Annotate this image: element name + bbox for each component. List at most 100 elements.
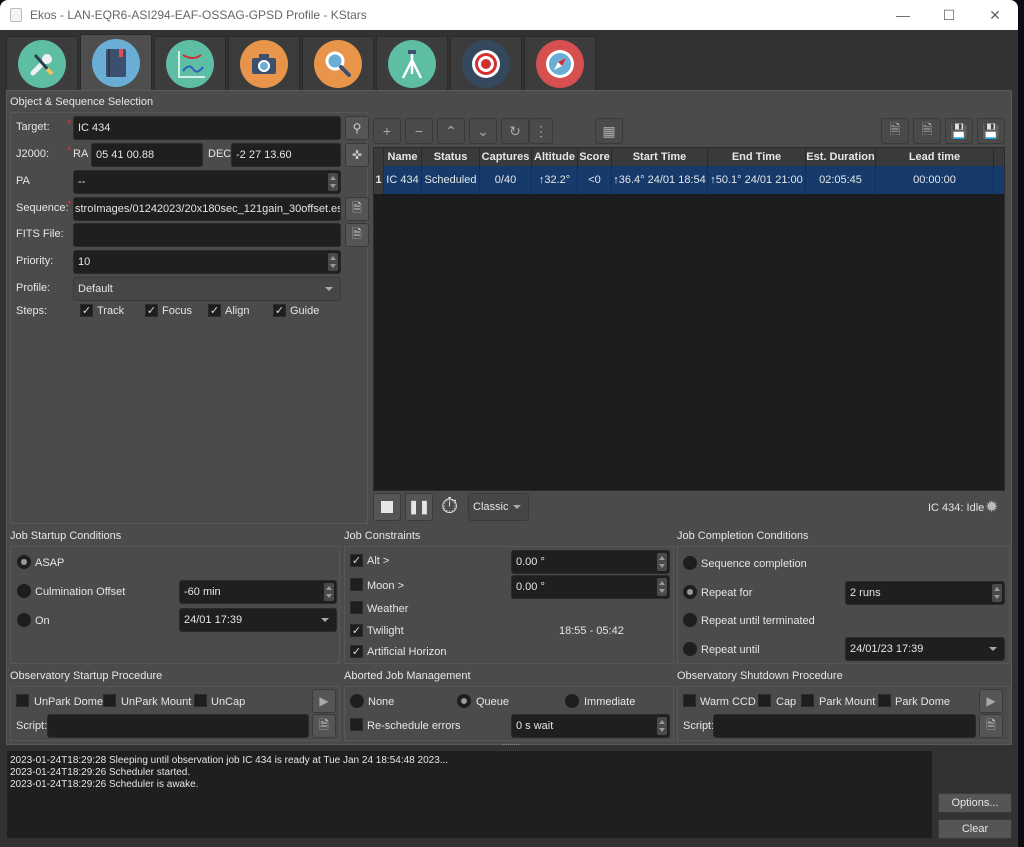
startup-script-button[interactable]: 🗎 <box>312 714 336 738</box>
column-header[interactable]: Altitude <box>532 148 578 166</box>
spin-arrows-icon[interactable] <box>328 253 338 271</box>
tab-scheduler[interactable] <box>80 34 152 90</box>
splitter-handle[interactable] <box>503 744 519 747</box>
column-header[interactable]: Status <box>422 148 480 166</box>
tab-analyze[interactable] <box>154 36 226 90</box>
park-mount-checkbox[interactable] <box>801 694 814 707</box>
spin-arrows-icon[interactable] <box>324 583 334 601</box>
abort-queue-radio[interactable] <box>457 694 471 708</box>
mosaic-planner-button[interactable]: ▦ <box>595 118 623 144</box>
remove-job-button[interactable]: − <box>405 118 433 144</box>
chevron-down-icon[interactable] <box>314 609 336 631</box>
unpark-mount-checkbox[interactable] <box>103 694 116 707</box>
more-options-button[interactable]: ⋮ <box>529 118 553 144</box>
column-header[interactable]: Lead time <box>876 148 994 166</box>
target-input[interactable]: IC 434 <box>73 116 341 140</box>
tab-guide[interactable] <box>524 36 596 90</box>
options-button[interactable]: Options... <box>938 793 1012 813</box>
column-header[interactable]: Score <box>578 148 612 166</box>
scheduler-mode-combo[interactable]: Classic <box>468 493 529 521</box>
table-row[interactable]: 1 IC 434 Scheduled 0/40 ↑32.2° <0 ↑36.4°… <box>374 166 1004 194</box>
uncap-checkbox[interactable] <box>194 694 207 707</box>
spin-arrows-icon[interactable] <box>992 584 1002 602</box>
repeat-terminated-radio[interactable] <box>683 613 697 627</box>
reschedule-wait-spinbox[interactable]: 0 s wait <box>511 714 670 738</box>
spin-arrows-icon[interactable] <box>657 578 667 596</box>
repeat-until-radio[interactable] <box>683 642 697 656</box>
tab-capture[interactable] <box>228 36 300 90</box>
asap-radio[interactable] <box>17 555 31 569</box>
spin-arrows-icon[interactable] <box>657 717 667 735</box>
spin-arrows-icon[interactable] <box>657 553 667 571</box>
move-up-button[interactable]: ⌃ <box>437 118 465 144</box>
select-fits-button[interactable]: 🗎 <box>345 223 369 247</box>
pa-spinbox[interactable]: -- <box>73 170 341 194</box>
spin-arrows-icon[interactable] <box>328 173 338 191</box>
fits-input[interactable] <box>73 223 341 247</box>
profile-combo[interactable]: Default <box>73 277 341 301</box>
min-altitude-spinbox[interactable]: 0.00 ° <box>511 550 670 574</box>
tab-setup[interactable] <box>6 36 78 90</box>
guide-checkbox[interactable]: ✓ <box>273 304 286 317</box>
save-as-button[interactable]: 💾 <box>977 118 1005 144</box>
pause-button[interactable]: ❚❚ <box>405 493 433 521</box>
save-button[interactable]: 💾 <box>945 118 973 144</box>
abort-immediate-radio[interactable] <box>565 694 579 708</box>
alt-checkbox[interactable]: ✓ <box>350 554 363 567</box>
append-schedule-button[interactable]: 🗎 <box>913 118 941 144</box>
repeat-runs-spinbox[interactable]: 2 runs <box>845 581 1005 605</box>
tab-align[interactable] <box>450 36 522 90</box>
column-header[interactable]: Start Time <box>612 148 708 166</box>
clear-log-button[interactable]: Clear <box>938 819 1012 839</box>
reset-button[interactable]: ↻ <box>501 118 529 144</box>
culmination-radio[interactable] <box>17 584 31 598</box>
moon-checkbox[interactable] <box>350 578 363 591</box>
dec-input[interactable]: -2 27 13.60 <box>231 143 341 167</box>
maximize-button[interactable]: ☐ <box>926 0 972 30</box>
reschedule-errors-checkbox[interactable] <box>350 718 363 731</box>
startup-script-input[interactable] <box>47 714 309 738</box>
repeat-for-radio[interactable] <box>683 585 697 599</box>
startup-run-button[interactable]: ▶ <box>312 689 336 713</box>
load-schedule-button[interactable]: 🗎 <box>881 118 909 144</box>
close-button[interactable]: ✕ <box>972 0 1018 30</box>
abort-none-radio[interactable] <box>350 694 364 708</box>
chevron-down-icon[interactable] <box>982 638 1004 660</box>
weather-checkbox[interactable] <box>350 601 363 614</box>
find-object-button[interactable]: ⚲ <box>345 116 369 140</box>
sky-coordinates-button[interactable]: ✜ <box>345 143 369 167</box>
align-checkbox[interactable]: ✓ <box>208 304 221 317</box>
move-down-button[interactable]: ⌄ <box>469 118 497 144</box>
shutdown-script-button[interactable]: 🗎 <box>979 714 1003 738</box>
cap-checkbox[interactable] <box>758 694 771 707</box>
unpark-dome-checkbox[interactable] <box>16 694 29 707</box>
select-sequence-button[interactable]: 🗎 <box>345 197 369 221</box>
shutdown-run-button[interactable]: ▶ <box>979 689 1003 713</box>
park-dome-checkbox[interactable] <box>878 694 891 707</box>
culmination-offset-spinbox[interactable]: -60 min <box>179 580 337 604</box>
tab-focus[interactable] <box>302 36 374 90</box>
minimize-button[interactable]: — <box>880 0 926 30</box>
priority-spinbox[interactable]: 10 <box>73 250 341 274</box>
moon-separation-spinbox[interactable]: 0.00 ° <box>511 575 670 599</box>
ra-input[interactable]: 05 41 00.88 <box>91 143 203 167</box>
shutdown-script-input[interactable] <box>713 714 976 738</box>
jobs-table[interactable]: Name Status Captures Altitude Score Star… <box>373 147 1005 491</box>
artificial-horizon-checkbox[interactable]: ✓ <box>350 645 363 658</box>
on-radio[interactable] <box>17 613 31 627</box>
column-header[interactable]: Name <box>384 148 422 166</box>
log-output[interactable]: 2023-01-24T18:29:28 Sleeping until obser… <box>7 751 932 838</box>
repeat-until-datetime[interactable]: 24/01/23 17:39 <box>845 637 1005 661</box>
stop-button[interactable] <box>373 493 401 521</box>
tab-mount[interactable] <box>376 36 448 90</box>
column-header[interactable]: Captures <box>480 148 532 166</box>
start-datetime-edit[interactable]: 24/01 17:39 <box>179 608 337 632</box>
column-header[interactable]: End Time <box>708 148 806 166</box>
twilight-checkbox[interactable]: ✓ <box>350 624 363 637</box>
focus-checkbox[interactable]: ✓ <box>145 304 158 317</box>
sequence-completion-radio[interactable] <box>683 556 697 570</box>
column-header[interactable]: Est. Duration <box>806 148 876 166</box>
add-job-button[interactable]: + <box>373 118 401 144</box>
sequence-input[interactable]: stroImages/01242023/20x180sec_121gain_30… <box>73 197 341 221</box>
warm-ccd-checkbox[interactable] <box>683 694 696 707</box>
